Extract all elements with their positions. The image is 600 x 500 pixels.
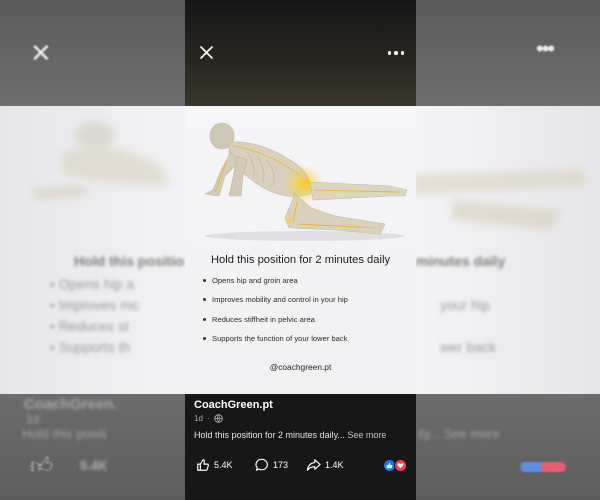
stretch-pose-illustration xyxy=(204,122,408,241)
close-button[interactable] xyxy=(195,42,217,64)
background-caption-left: Hold this positi xyxy=(22,426,107,441)
background-figure-right xyxy=(412,170,587,230)
background-more-icon: ••• xyxy=(536,36,555,61)
share-arrow-icon xyxy=(306,459,321,471)
more-options-dot xyxy=(394,51,398,55)
creator-handle: @coachgreen.pt xyxy=(269,362,332,372)
meta-separator: · xyxy=(206,414,210,423)
background-bullets-left: • Opens hip a • Improves mc • Reduces st • … xyxy=(50,276,139,355)
bullet-icon xyxy=(203,279,206,282)
background-caption-right: ily... See more xyxy=(418,426,501,441)
love-reaction-icon xyxy=(394,459,407,472)
post-image[interactable]: Hold this position for 2 minutes daily O… xyxy=(185,106,416,394)
close-icon xyxy=(199,46,213,59)
action-bar: 5.4K 173 1.4K xyxy=(194,458,408,474)
background-like-count: 5.4K xyxy=(80,458,108,473)
viewer-top-bar xyxy=(185,0,416,106)
more-options-button[interactable] xyxy=(384,42,408,64)
like-count: 5.4K xyxy=(214,460,233,470)
benefit-item: Opens hip and groin area xyxy=(203,276,413,295)
benefit-item: Improves mobility and control in your hi… xyxy=(203,295,413,314)
comment-count: 173 xyxy=(273,460,289,470)
post-time: 1d xyxy=(194,414,203,423)
see-more-link[interactable]: See more xyxy=(347,430,386,440)
background-title-right: minutes daily xyxy=(416,253,506,269)
image-title: Hold this position for 2 minutes daily xyxy=(210,254,391,266)
thumbs-up-icon xyxy=(197,459,209,471)
background-close-icon: ✕ xyxy=(30,38,52,68)
background-time: 1d xyxy=(26,412,40,426)
comment-button[interactable]: 173 xyxy=(255,458,288,472)
share-button[interactable]: 1.4K xyxy=(306,458,344,472)
caption-text: Hold this position for 2 minutes daily..… xyxy=(194,430,345,440)
globe-icon xyxy=(213,414,223,423)
reactions-summary[interactable] xyxy=(384,459,408,472)
post-details: CoachGreen.pt 1d · Hold this position fo… xyxy=(185,394,416,500)
author-name[interactable]: CoachGreen.pt xyxy=(194,399,273,411)
background-title-left: Hold this position for 2 minutes daily xyxy=(74,253,185,269)
love-reaction-glyph xyxy=(397,463,404,469)
more-options-dot xyxy=(400,51,405,55)
background-bullets-right: your hip wer back xyxy=(440,297,497,355)
background-reactions xyxy=(520,459,566,477)
bullet-icon xyxy=(203,336,206,340)
post-meta: 1d · xyxy=(194,414,223,423)
benefit-text: Opens hip and groin area xyxy=(212,276,298,285)
benefit-text: Supports the function of your lower back xyxy=(212,333,348,343)
benefit-text: Improves mobility and control in your hi… xyxy=(212,295,348,305)
bullet-icon xyxy=(203,317,206,321)
more-options-icon xyxy=(387,51,392,55)
background-figure-left xyxy=(30,121,170,200)
comment-bubble-icon xyxy=(255,458,268,471)
background-like-icon: 👍︎ xyxy=(30,453,53,478)
like-reaction-glyph xyxy=(386,462,393,469)
background-author: CoachGreen. xyxy=(24,396,118,413)
benefit-text: Reduces stiffheit in pelvic area xyxy=(212,314,315,324)
post-viewer: Hold this position for 2 minutes daily O… xyxy=(185,0,416,500)
benefit-item: Supports the function of your lower back xyxy=(203,334,413,353)
post-caption: Hold this position for 2 minutes daily..… xyxy=(194,430,386,440)
benefit-item: Reduces stiffheit in pelvic area xyxy=(203,315,413,334)
like-button[interactable]: 5.4K xyxy=(196,458,233,472)
bullet-icon xyxy=(203,298,206,302)
share-count: 1.4K xyxy=(325,460,344,470)
benefits-list: Opens hip and groin area Improves mobili… xyxy=(203,276,413,353)
